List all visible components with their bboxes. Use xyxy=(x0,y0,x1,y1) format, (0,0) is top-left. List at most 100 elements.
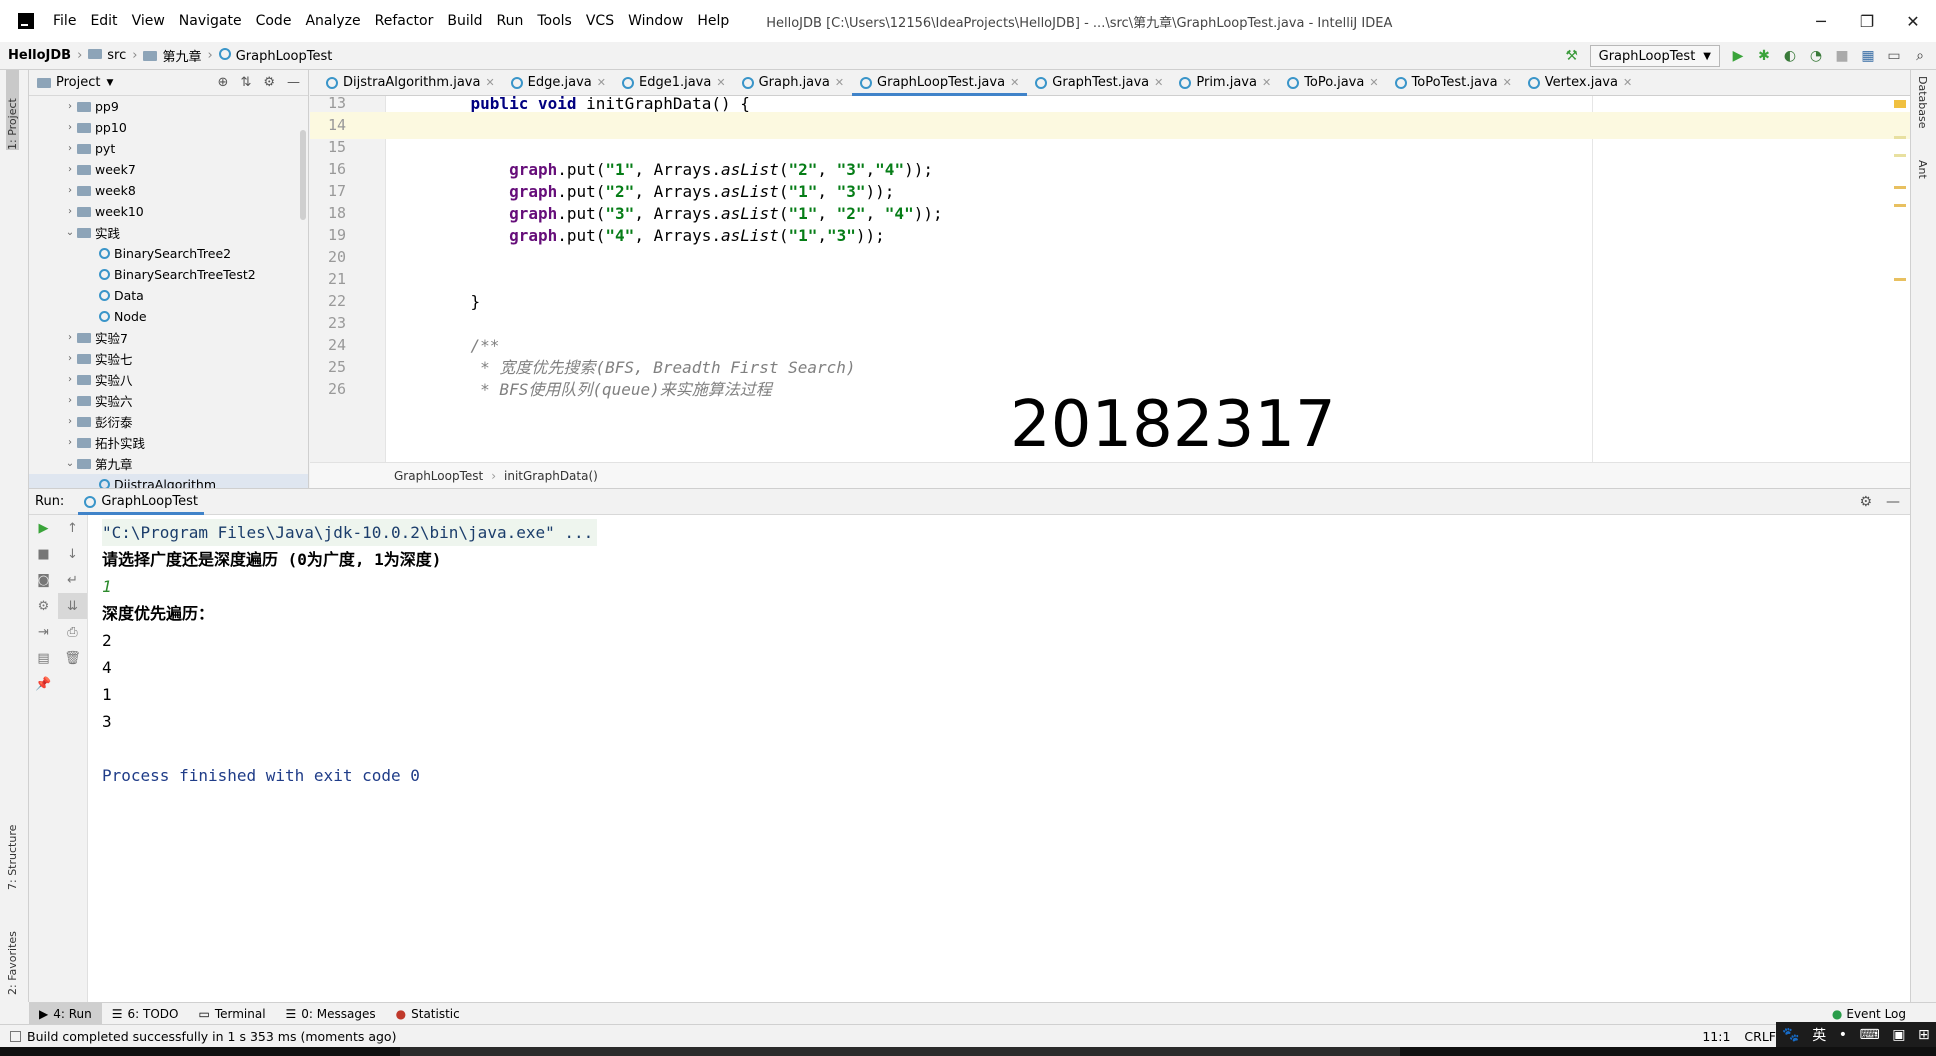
tab-favorites[interactable]: 2: Favorites xyxy=(6,915,19,995)
menu-tools[interactable]: Tools xyxy=(530,0,579,42)
tab-edge1[interactable]: Edge1.java ✕ xyxy=(614,70,734,96)
chevron-down-icon[interactable]: ▼ xyxy=(106,78,113,88)
coverage-icon[interactable]: ◐ xyxy=(1782,48,1798,64)
tree-item-folder[interactable]: › 彭衍泰 xyxy=(29,411,308,432)
trash-icon[interactable]: 🗑 xyxy=(58,645,87,671)
collapse-all-icon[interactable]: ⇅ xyxy=(240,75,251,90)
project-scrollbar[interactable] xyxy=(300,130,306,220)
pin-icon[interactable]: 📌 xyxy=(29,671,58,697)
tray-icon[interactable]: 英 xyxy=(1812,1025,1826,1045)
project-panel-title[interactable]: Project xyxy=(56,75,100,90)
warning-marker[interactable] xyxy=(1894,154,1906,157)
menu-window[interactable]: Window xyxy=(621,0,690,42)
warning-marker[interactable] xyxy=(1894,136,1906,139)
tree-item-folder[interactable]: › week10 xyxy=(29,201,308,222)
chevron-right-icon[interactable]: › xyxy=(63,395,77,406)
gear-icon[interactable]: ⚙ xyxy=(263,75,275,90)
tray-icon[interactable]: 🐾 xyxy=(1782,1027,1799,1043)
tab-graphtest[interactable]: GraphTest.java ✕ xyxy=(1027,70,1171,96)
close-icon[interactable]: ✕ xyxy=(1369,76,1378,89)
chevron-right-icon[interactable]: › xyxy=(63,185,77,196)
scroll-to-end-icon[interactable]: ⇊ xyxy=(58,593,87,619)
exit-icon[interactable]: ⇥ xyxy=(29,619,58,645)
chevron-right-icon[interactable]: › xyxy=(63,122,77,133)
menu-help[interactable]: Help xyxy=(690,0,736,42)
warning-marker[interactable] xyxy=(1894,204,1906,207)
chevron-right-icon[interactable]: › xyxy=(63,164,77,175)
close-icon[interactable]: ✕ xyxy=(597,76,606,89)
debug-icon[interactable]: ✱ xyxy=(1756,48,1772,64)
close-icon[interactable]: ✕ xyxy=(835,76,844,89)
layout-icon[interactable]: ▤ xyxy=(29,645,58,671)
tab-ant[interactable]: Ant xyxy=(1916,160,1929,179)
tree-item-folder[interactable]: › 实验7 xyxy=(29,327,308,348)
tree-item-folder[interactable]: › 实验八 xyxy=(29,369,308,390)
tool-window-todo[interactable]: ☰ 6: TODO xyxy=(102,1003,189,1025)
tab-dijstraalgorithm[interactable]: DijstraAlgorithm.java ✕ xyxy=(318,70,503,96)
menu-build[interactable]: Build xyxy=(440,0,489,42)
tree-item-folder[interactable]: › 实验六 xyxy=(29,390,308,411)
locate-icon[interactable]: ⊕ xyxy=(218,75,229,90)
run-tab[interactable]: GraphLoopTest xyxy=(78,489,204,515)
tree-item-folder[interactable]: › pyt xyxy=(29,138,308,159)
tab-project[interactable]: 1: Project xyxy=(6,70,19,150)
tab-vertex[interactable]: Vertex.java ✕ xyxy=(1520,70,1640,96)
tree-item-class[interactable]: BinarySearchTreeTest2 xyxy=(29,264,308,285)
menu-analyze[interactable]: Analyze xyxy=(298,0,367,42)
tab-topotest[interactable]: ToPoTest.java ✕ xyxy=(1387,70,1520,96)
chevron-down-icon[interactable]: ⌄ xyxy=(63,458,77,469)
run-icon[interactable]: ▶ xyxy=(1730,48,1746,64)
tray-icon[interactable]: ▣ xyxy=(1892,1027,1905,1043)
tree-item-folder[interactable]: ⌄ 实践 xyxy=(29,222,308,243)
restore-button[interactable]: ❐ xyxy=(1844,0,1890,42)
build-hammer-icon[interactable]: ⚒ xyxy=(1564,48,1580,64)
gear-icon[interactable]: ⚙ xyxy=(1859,494,1872,510)
breadcrumb-src[interactable]: src xyxy=(88,48,126,63)
tree-item-folder[interactable]: › 实验七 xyxy=(29,348,308,369)
chevron-right-icon[interactable]: › xyxy=(63,206,77,217)
editor-breadcrumb-class[interactable]: GraphLoopTest xyxy=(394,469,483,483)
tab-structure[interactable]: 7: Structure xyxy=(6,810,19,890)
close-icon[interactable]: ✕ xyxy=(485,76,494,89)
console-output[interactable]: "C:\Program Files\Java\jdk-10.0.2\bin\ja… xyxy=(102,519,598,789)
close-icon[interactable]: ✕ xyxy=(1154,76,1163,89)
breadcrumb-package[interactable]: 第九章 xyxy=(143,46,201,65)
tool-window-statistic[interactable]: ● Statistic xyxy=(386,1003,470,1025)
chevron-right-icon[interactable]: › xyxy=(63,416,77,427)
project-structure-icon[interactable]: ▦ xyxy=(1860,48,1876,64)
tree-item-folder[interactable]: ⌄ 第九章 xyxy=(29,453,308,474)
tab-database[interactable]: Database xyxy=(1916,76,1929,129)
tree-item-folder[interactable]: › 拓扑实践 xyxy=(29,432,308,453)
close-icon[interactable]: ✕ xyxy=(1010,76,1019,89)
warning-marker[interactable] xyxy=(1894,100,1906,108)
profile-icon[interactable]: ◔ xyxy=(1808,48,1824,64)
tree-item-class[interactable]: Data xyxy=(29,285,308,306)
run-configuration-select[interactable]: GraphLoopTest ▼ xyxy=(1589,45,1720,67)
close-button[interactable]: ✕ xyxy=(1890,0,1936,42)
error-stripe[interactable] xyxy=(1892,96,1910,462)
tree-item-folder[interactable]: › week8 xyxy=(29,180,308,201)
chevron-right-icon[interactable]: › xyxy=(63,143,77,154)
tree-item-class[interactable]: Node xyxy=(29,306,308,327)
tray-icon[interactable]: ⌨ xyxy=(1860,1027,1880,1043)
close-icon[interactable]: ✕ xyxy=(716,76,725,89)
stop-icon[interactable]: ■ xyxy=(1834,48,1850,64)
chevron-right-icon[interactable]: › xyxy=(63,353,77,364)
chevron-right-icon[interactable]: › xyxy=(63,374,77,385)
tree-item-folder[interactable]: › pp10 xyxy=(29,117,308,138)
settings-icon[interactable]: ⚙ xyxy=(29,593,58,619)
chevron-right-icon[interactable]: › xyxy=(63,437,77,448)
tree-item-folder[interactable]: › week7 xyxy=(29,159,308,180)
chevron-right-icon[interactable]: › xyxy=(63,332,77,343)
tab-prim[interactable]: Prim.java ✕ xyxy=(1171,70,1279,96)
menu-view[interactable]: View xyxy=(125,0,172,42)
menu-edit[interactable]: Edit xyxy=(83,0,124,42)
line-separator[interactable]: CRLF xyxy=(1744,1029,1776,1044)
editor-breadcrumb-method[interactable]: initGraphData() xyxy=(504,469,598,483)
tab-topo[interactable]: ToPo.java ✕ xyxy=(1279,70,1386,96)
tray-icon[interactable]: ⊞ xyxy=(1918,1027,1930,1043)
breadcrumb-class[interactable]: GraphLoopTest xyxy=(218,47,332,64)
chevron-right-icon[interactable]: › xyxy=(63,101,77,112)
warning-marker[interactable] xyxy=(1894,278,1906,281)
menu-navigate[interactable]: Navigate xyxy=(172,0,249,42)
